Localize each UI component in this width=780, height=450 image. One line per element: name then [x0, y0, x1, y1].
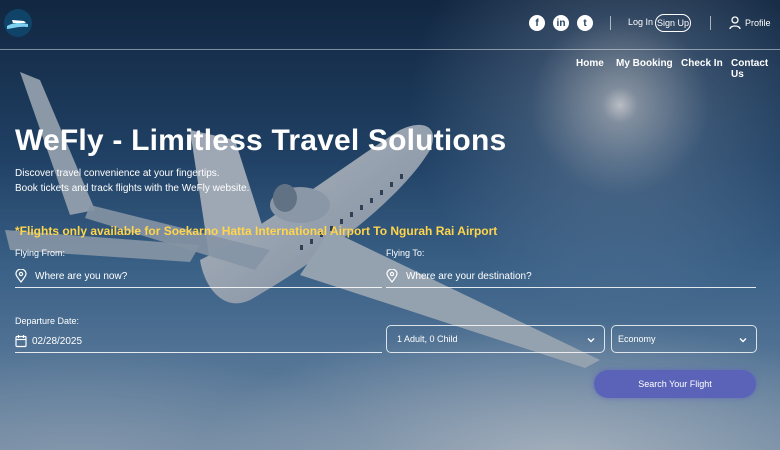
linkedin-icon[interactable]: in	[553, 15, 569, 31]
separator	[710, 16, 711, 30]
nav-home[interactable]: Home	[576, 58, 604, 69]
class-select[interactable]: Economy	[611, 325, 757, 353]
nav-my-booking[interactable]: My Booking	[616, 58, 673, 69]
calendar-icon	[15, 335, 27, 348]
user-icon[interactable]	[729, 16, 741, 30]
hero-subtitle: Discover travel convenience at your fing…	[15, 166, 249, 196]
search-flight-button[interactable]: Search Your Flight	[594, 370, 756, 398]
separator	[610, 16, 611, 30]
from-placeholder: Where are you now?	[35, 270, 128, 282]
to-placeholder: Where are your destination?	[406, 270, 532, 282]
class-value: Economy	[618, 334, 656, 344]
chevron-down-icon	[587, 338, 595, 343]
login-link[interactable]: Log In	[628, 17, 653, 27]
from-label: Flying From:	[15, 248, 66, 258]
plane-logo-icon	[4, 9, 32, 37]
nav-contact-us[interactable]: Contact Us	[731, 58, 780, 80]
location-pin-icon	[386, 269, 398, 283]
date-label: Departure Date:	[15, 316, 80, 326]
wefly-logo[interactable]	[4, 9, 32, 37]
signup-button[interactable]: Sign Up	[655, 14, 691, 32]
top-bar: f in t Log In Sign Up Profile	[0, 0, 780, 50]
profile-link[interactable]: Profile	[745, 18, 771, 28]
twitter-icon[interactable]: t	[577, 15, 593, 31]
subtitle-line: Discover travel convenience at your fing…	[15, 168, 220, 179]
chevron-down-icon	[739, 338, 747, 343]
date-value: 02/28/2025	[32, 335, 83, 347]
passengers-value: 1 Adult, 0 Child	[397, 334, 458, 344]
date-input[interactable]: 02/28/2025	[15, 330, 382, 353]
availability-notice: *Flights only available for Soekarno Hat…	[15, 224, 498, 238]
to-label: Flying To:	[386, 248, 425, 258]
facebook-icon[interactable]: f	[529, 15, 545, 31]
passengers-select[interactable]: 1 Adult, 0 Child	[386, 325, 605, 353]
subtitle-line: Book tickets and track flights with the …	[15, 183, 250, 194]
location-pin-icon	[15, 269, 27, 283]
from-input[interactable]: Where are you now?	[15, 265, 382, 288]
nav-check-in[interactable]: Check In	[681, 58, 723, 69]
page-title: WeFly - Limitless Travel Solutions	[15, 124, 507, 157]
to-input[interactable]: Where are your destination?	[386, 265, 756, 288]
